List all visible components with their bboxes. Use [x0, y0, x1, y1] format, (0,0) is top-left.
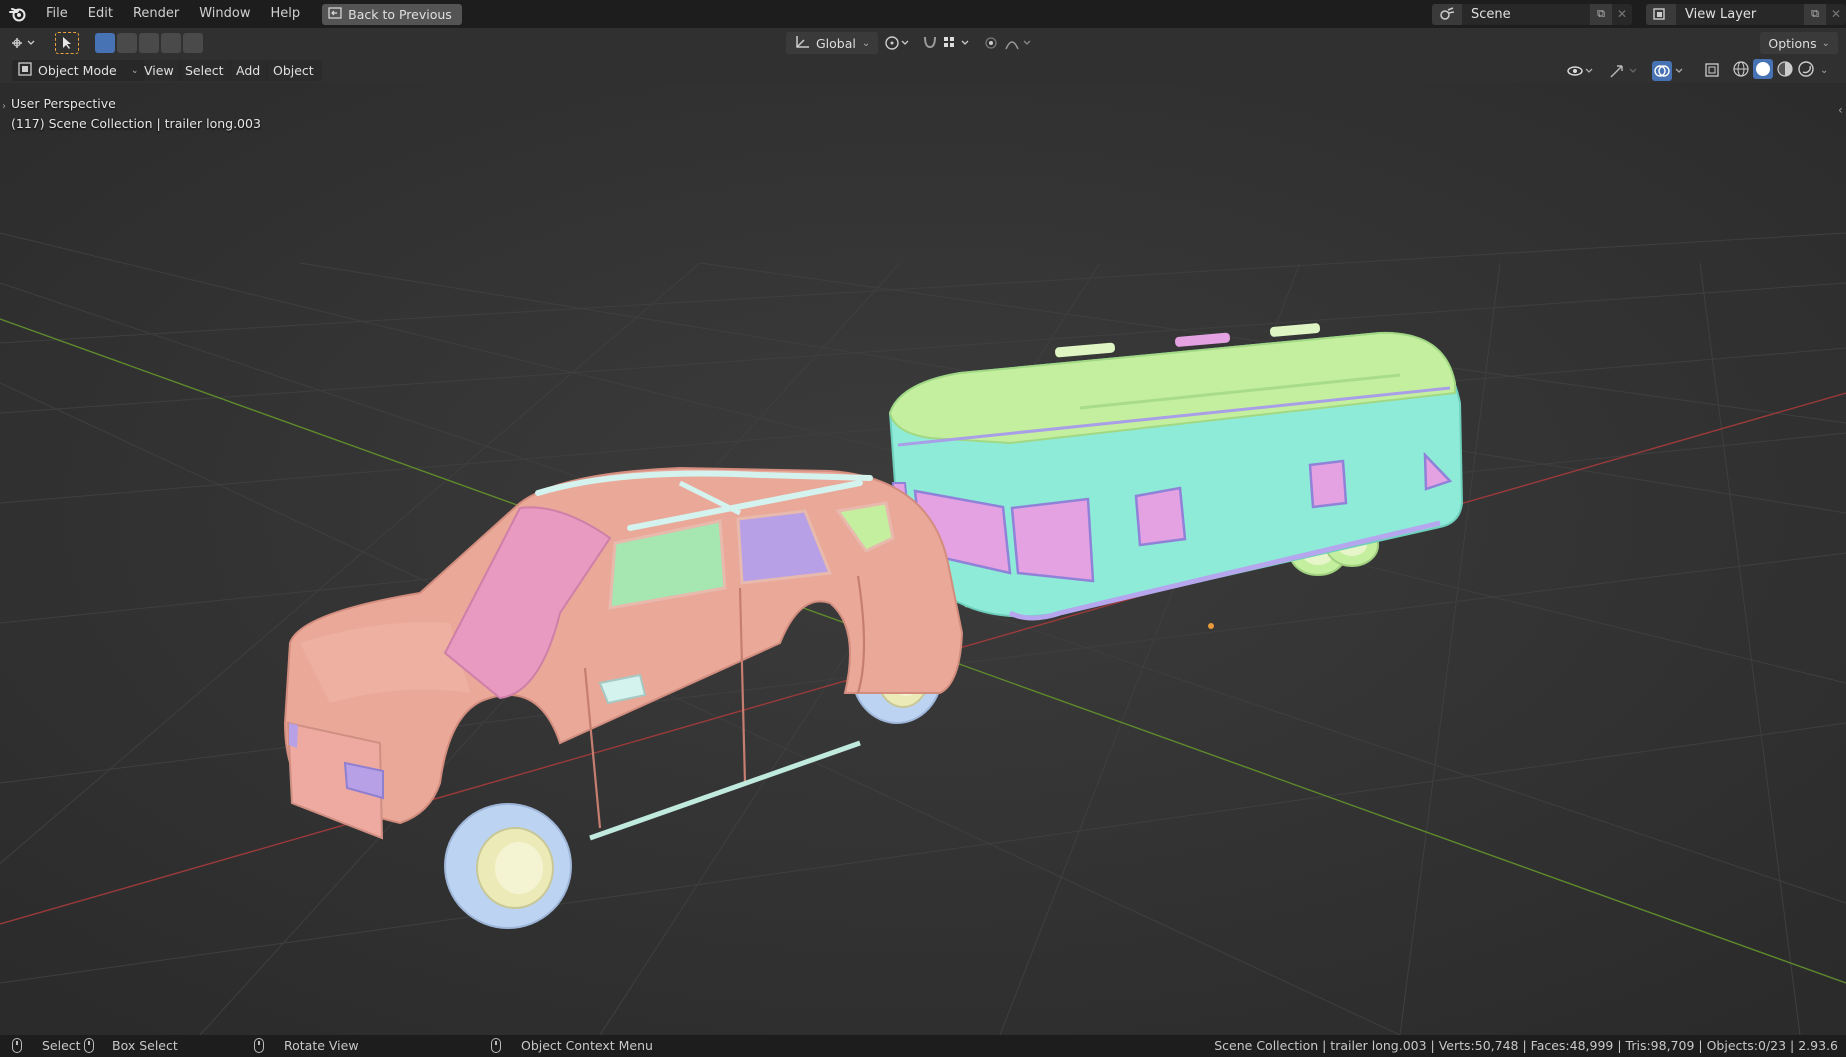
object-mode-dropdown[interactable]: Object Mode ⌄: [12, 60, 146, 81]
options-label: Options: [1768, 35, 1817, 51]
sidebar-toggle-icon[interactable]: ‹: [1838, 103, 1843, 117]
status-context-hint: Object Context Menu: [491, 1038, 653, 1053]
scene-name[interactable]: Scene: [1462, 7, 1590, 22]
select-invert-button[interactable]: [161, 33, 181, 53]
trailer-window: [1010, 497, 1095, 583]
snap-icon[interactable]: [920, 32, 976, 54]
orientation-label: Global: [816, 35, 856, 51]
scene-icon[interactable]: [1432, 3, 1462, 25]
orientation-icon: [794, 35, 810, 52]
close-icon[interactable]: ✕: [1612, 4, 1632, 25]
tool-settings-header: Global ⌄ Options ⌄: [0, 28, 1846, 59]
viewport-canvas[interactable]: [0, 83, 1846, 1035]
trailer-window: [1134, 486, 1187, 547]
mouse-middle-icon: [254, 1038, 264, 1053]
status-bar: Select Box Select Rotate View Object Con…: [0, 1035, 1846, 1057]
mouse-left-icon: [84, 1038, 94, 1053]
pivot-icon[interactable]: [882, 32, 912, 54]
back-arrow-icon: [328, 6, 342, 22]
object-origin: [1208, 623, 1214, 629]
scene-statistics: Scene Collection | trailer long.003 | Ve…: [1214, 1038, 1838, 1053]
gizmo-icon[interactable]: [1608, 60, 1640, 81]
menu-render[interactable]: Render: [123, 0, 189, 28]
options-button[interactable]: Options ⌄: [1760, 32, 1838, 54]
status-select-label: Select: [42, 1038, 81, 1053]
viewport-perspective-label: User Perspective: [11, 96, 116, 111]
viewport-header: Object Mode ⌄ View Select Add Object ⌄: [0, 59, 1846, 83]
status-rotate-hint: Rotate View: [254, 1038, 359, 1053]
viewport-collection-label: (117) Scene Collection | trailer long.00…: [11, 116, 261, 131]
wireframe-shading-icon[interactable]: [1732, 60, 1750, 81]
mouse-left-icon: [12, 1038, 22, 1053]
mouse-right-icon: [491, 1038, 501, 1053]
visibility-icon[interactable]: [1566, 60, 1598, 81]
material-shading-icon[interactable]: [1776, 60, 1794, 81]
status-select-hint: Select: [12, 1038, 81, 1053]
status-context-label: Object Context Menu: [521, 1038, 653, 1053]
solid-shading-icon[interactable]: [1753, 59, 1773, 82]
chevron-down-icon: ⌄: [1821, 37, 1830, 49]
select-menu[interactable]: Select: [177, 60, 232, 81]
status-rotate-label: Rotate View: [284, 1038, 359, 1053]
cursor-icon[interactable]: [55, 32, 79, 54]
status-box-select-hint: Box Select: [84, 1038, 178, 1053]
back-button-label: Back to Previous: [348, 6, 452, 22]
add-menu[interactable]: Add: [228, 60, 269, 81]
status-box-select-label: Box Select: [112, 1038, 178, 1053]
menu-file[interactable]: File: [36, 0, 78, 28]
view-layer-field[interactable]: View Layer ⧉ ✕: [1646, 3, 1846, 25]
xray-icon[interactable]: [1703, 60, 1723, 81]
chevron-down-icon[interactable]: ⌄: [1820, 65, 1828, 76]
menu-help[interactable]: Help: [261, 0, 311, 28]
copy-icon[interactable]: ⧉: [1804, 3, 1826, 25]
object-menu[interactable]: Object: [265, 60, 322, 81]
view-layer-name[interactable]: View Layer: [1676, 7, 1804, 22]
object-mode-icon: [18, 62, 32, 79]
view-menu[interactable]: View: [136, 60, 182, 81]
object-mode-label: Object Mode: [38, 63, 117, 78]
chevron-down-icon: ⌄: [861, 37, 871, 49]
select-subtract-button[interactable]: [139, 33, 159, 53]
menu-edit[interactable]: Edit: [78, 0, 123, 28]
proportional-icon[interactable]: [982, 32, 1038, 54]
close-icon[interactable]: ✕: [1826, 4, 1846, 25]
transform-orientation-dropdown[interactable]: Global ⌄: [786, 32, 879, 54]
back-to-previous-button[interactable]: Back to Previous: [322, 3, 462, 25]
toolbar-toggle-icon[interactable]: ›: [2, 101, 6, 112]
menu-window[interactable]: Window: [189, 0, 260, 28]
3d-viewport[interactable]: User Perspective (117) Scene Collection …: [0, 83, 1846, 1035]
blender-logo[interactable]: [0, 0, 36, 28]
copy-icon[interactable]: ⧉: [1590, 3, 1612, 25]
top-menu-bar: File Edit Render Window Help Back to Pre…: [0, 0, 1846, 28]
scene-field[interactable]: Scene ⧉ ✕: [1432, 3, 1632, 25]
overlay-icon[interactable]: [1652, 60, 1688, 81]
trailer-window: [1308, 459, 1348, 509]
editor-type-dropdown[interactable]: [8, 32, 38, 54]
scene-selector-group: Scene ⧉ ✕ View Layer ⧉ ✕: [1432, 0, 1846, 28]
select-extend-button[interactable]: [117, 33, 137, 53]
view-layer-icon[interactable]: [1646, 3, 1676, 25]
rendered-shading-icon[interactable]: [1797, 60, 1815, 81]
shading-mode-buttons: ⌄: [1732, 59, 1828, 82]
selection-mode-buttons: [95, 32, 203, 54]
select-intersect-button[interactable]: [183, 33, 203, 53]
select-new-button[interactable]: [95, 33, 115, 53]
